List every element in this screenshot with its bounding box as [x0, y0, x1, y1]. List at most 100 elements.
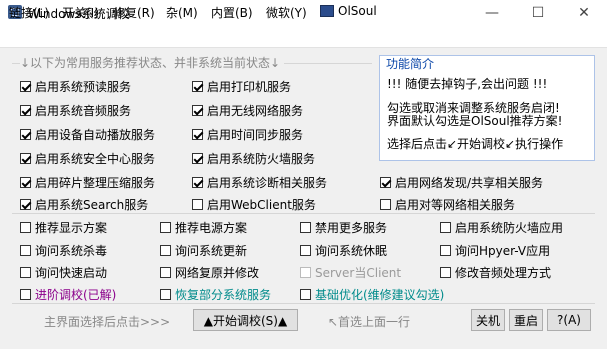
- checkbox-box[interactable]: [300, 289, 311, 300]
- checkbox-box[interactable]: [20, 153, 31, 164]
- checkbox-box[interactable]: [192, 177, 203, 188]
- checkbox-label: 网络复原并修改: [175, 266, 260, 280]
- option-checkbox[interactable]: 禁用更多服务: [300, 219, 387, 236]
- checkbox-label: 推荐电源方案: [175, 221, 248, 235]
- checkbox-box[interactable]: [380, 177, 391, 188]
- checkbox-label: 启用系统诊断相关服务: [207, 176, 328, 190]
- checkbox-box[interactable]: [20, 81, 31, 92]
- mode-checkbox-restore[interactable]: 恢复部分系统服务: [160, 286, 271, 303]
- checkbox-box[interactable]: [20, 222, 31, 233]
- restart-button[interactable]: 重启: [509, 309, 543, 331]
- service-checkbox[interactable]: 启用系统安全中心服务: [20, 150, 155, 167]
- maximize-button[interactable]: ☐: [515, 0, 561, 25]
- mode-checkbox-advanced[interactable]: 进阶调校(已解): [20, 286, 116, 303]
- checkbox-label: Server当Client: [315, 266, 402, 280]
- option-checkbox[interactable]: 询问系统杀毒: [20, 242, 107, 259]
- service-checkbox[interactable]: 启用碎片整理压缩服务: [20, 174, 155, 191]
- mode-checkbox-basic[interactable]: 基础优化(维修建议勾选): [300, 286, 444, 303]
- option-checkbox[interactable]: 推荐电源方案: [160, 219, 247, 236]
- help-button[interactable]: ?(A): [547, 309, 591, 331]
- checkbox-box[interactable]: [440, 267, 451, 278]
- service-checkbox[interactable]: 启用无线网络服务: [192, 102, 303, 119]
- service-checkbox[interactable]: 启用网络发现/共享相关服务: [380, 174, 543, 191]
- option-checkbox[interactable]: 询问系统休眠: [300, 242, 387, 259]
- checkbox-label: 恢复部分系统服务: [175, 288, 272, 302]
- checkbox-box[interactable]: [160, 267, 171, 278]
- service-checkbox[interactable]: 启用对等网络相关服务: [380, 196, 515, 213]
- checkbox-box[interactable]: [20, 267, 31, 278]
- option-checkbox[interactable]: 修改音频处理方式: [440, 264, 551, 281]
- checkbox-box[interactable]: [160, 222, 171, 233]
- option-checkbox[interactable]: 询问系统更新: [160, 242, 247, 259]
- checkbox-box[interactable]: [20, 105, 31, 116]
- checkbox-label: 启用时间同步服务: [207, 128, 304, 142]
- menu-misc[interactable]: 杂(M): [166, 4, 198, 21]
- monitor-icon: [320, 5, 334, 17]
- checkbox-label: 询问系统休眠: [315, 244, 388, 258]
- checkbox-box[interactable]: [440, 245, 451, 256]
- checkbox-box[interactable]: [192, 153, 203, 164]
- shutdown-button[interactable]: 关机: [471, 309, 505, 331]
- checkbox-label: 启用系统音频服务: [35, 104, 132, 118]
- recommendation-hint: ↓以下为常用服务推荐状态、并非系统当前状态↓: [20, 54, 285, 71]
- checkbox-box[interactable]: [300, 222, 311, 233]
- checkbox-box[interactable]: [20, 199, 31, 210]
- checkbox-label: 启用系统防火墙应用: [455, 221, 564, 235]
- footer-divider: [12, 303, 595, 304]
- service-checkbox[interactable]: 启用系统音频服务: [20, 102, 131, 119]
- checkbox-label: 启用系统Search服务: [35, 198, 149, 212]
- close-button[interactable]: ✕: [561, 0, 607, 25]
- checkbox-label: 启用设备自动播放服务: [35, 128, 156, 142]
- service-checkbox[interactable]: 启用时间同步服务: [192, 126, 303, 143]
- checkbox-label: 启用网络发现/共享相关服务: [395, 176, 544, 190]
- minimize-button[interactable]: —: [469, 0, 515, 25]
- service-checkbox[interactable]: 启用系统预读服务: [20, 78, 131, 95]
- option-checkbox[interactable]: 询问Hpyer-V应用: [440, 242, 550, 259]
- checkbox-box[interactable]: [20, 129, 31, 140]
- checkbox-box[interactable]: [20, 177, 31, 188]
- checkbox-box[interactable]: [440, 222, 451, 233]
- menu-links[interactable]: 链接(L): [9, 4, 49, 21]
- checkbox-label: 推荐显示方案: [35, 221, 108, 235]
- service-checkbox[interactable]: 启用系统Search服务: [20, 196, 148, 213]
- option-checkbox[interactable]: 启用系统防火墙应用: [440, 219, 563, 236]
- option-checkbox[interactable]: 推荐显示方案: [20, 219, 107, 236]
- menu-bar: [0, 25, 607, 48]
- checkbox-label: 启用打印机服务: [207, 80, 292, 94]
- menu-builtin[interactable]: 内置(B): [211, 4, 253, 21]
- checkbox-box[interactable]: [192, 129, 203, 140]
- menu-repair[interactable]: 修复(R): [113, 4, 155, 21]
- checkbox-label: 启用WebClient服务: [207, 198, 316, 212]
- checkbox-box[interactable]: [20, 245, 31, 256]
- service-checkbox[interactable]: 启用打印机服务: [192, 78, 291, 95]
- checkbox-box[interactable]: [20, 289, 31, 300]
- service-checkbox[interactable]: 启用系统防火墙服务: [192, 150, 315, 167]
- checkbox-box[interactable]: [380, 199, 391, 210]
- option-checkbox[interactable]: 询问快速启动: [20, 264, 107, 281]
- function-intro-line: 选择后点击↙开始调校↙执行操作: [387, 137, 564, 151]
- menu-olsoul[interactable]: OlSoul: [320, 4, 377, 18]
- checkbox-box[interactable]: [300, 245, 311, 256]
- checkbox-box[interactable]: [192, 199, 203, 210]
- checkbox-label: 启用对等网络相关服务: [395, 198, 516, 212]
- menu-microsoft[interactable]: 微软(Y): [266, 4, 307, 21]
- service-checkbox[interactable]: 启用设备自动播放服务: [20, 126, 155, 143]
- checkbox-label: 询问Hpyer-V应用: [455, 244, 551, 258]
- menu-olsoul-label: OlSoul: [338, 4, 377, 18]
- checkbox-box[interactable]: [192, 81, 203, 92]
- checkbox-label: 启用系统安全中心服务: [35, 152, 156, 166]
- checkbox-label: 启用碎片整理压缩服务: [35, 176, 156, 190]
- section-divider: [12, 213, 595, 214]
- option-checkbox-disabled: Server当Client: [300, 264, 401, 281]
- start-tuning-button[interactable]: ▲开始调校(S)▲: [193, 309, 298, 331]
- option-checkbox[interactable]: 网络复原并修改: [160, 264, 259, 281]
- checkbox-box[interactable]: [160, 289, 171, 300]
- service-checkbox[interactable]: 启用系统诊断相关服务: [192, 174, 327, 191]
- checkbox-box[interactable]: [160, 245, 171, 256]
- checkbox-box[interactable]: [192, 105, 203, 116]
- checkbox-label: 询问快速启动: [35, 266, 108, 280]
- checkbox-label: 询问系统杀毒: [35, 244, 108, 258]
- menu-switches[interactable]: 开关(I): [62, 4, 99, 21]
- checkbox-label: 询问系统更新: [175, 244, 248, 258]
- service-checkbox[interactable]: 启用WebClient服务: [192, 196, 316, 213]
